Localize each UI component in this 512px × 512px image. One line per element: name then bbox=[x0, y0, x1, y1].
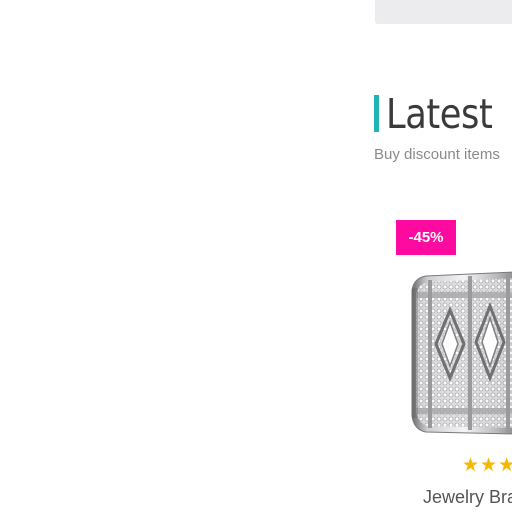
discount-badge: -45% bbox=[396, 220, 456, 255]
product-rating: ★★★ bbox=[462, 454, 512, 476]
bracelet-image[interactable] bbox=[406, 248, 512, 438]
section-title: Latest bbox=[386, 90, 493, 138]
star-icon: ★ bbox=[462, 454, 480, 476]
page: Latest Buy discount items -45% ★★★ Jewel… bbox=[0, 0, 512, 512]
star-icon: ★ bbox=[480, 454, 498, 476]
product-card[interactable]: -45% ★★★ Jewelry Bra bbox=[396, 218, 512, 512]
section-subtitle: Buy discount items bbox=[374, 146, 500, 163]
title-accent-bar bbox=[374, 95, 379, 132]
product-name[interactable]: Jewelry Bra bbox=[423, 486, 512, 508]
latest-section-header: Latest Buy discount items bbox=[374, 90, 512, 170]
star-icon: ★ bbox=[498, 454, 512, 476]
search-bar[interactable] bbox=[375, 0, 512, 24]
